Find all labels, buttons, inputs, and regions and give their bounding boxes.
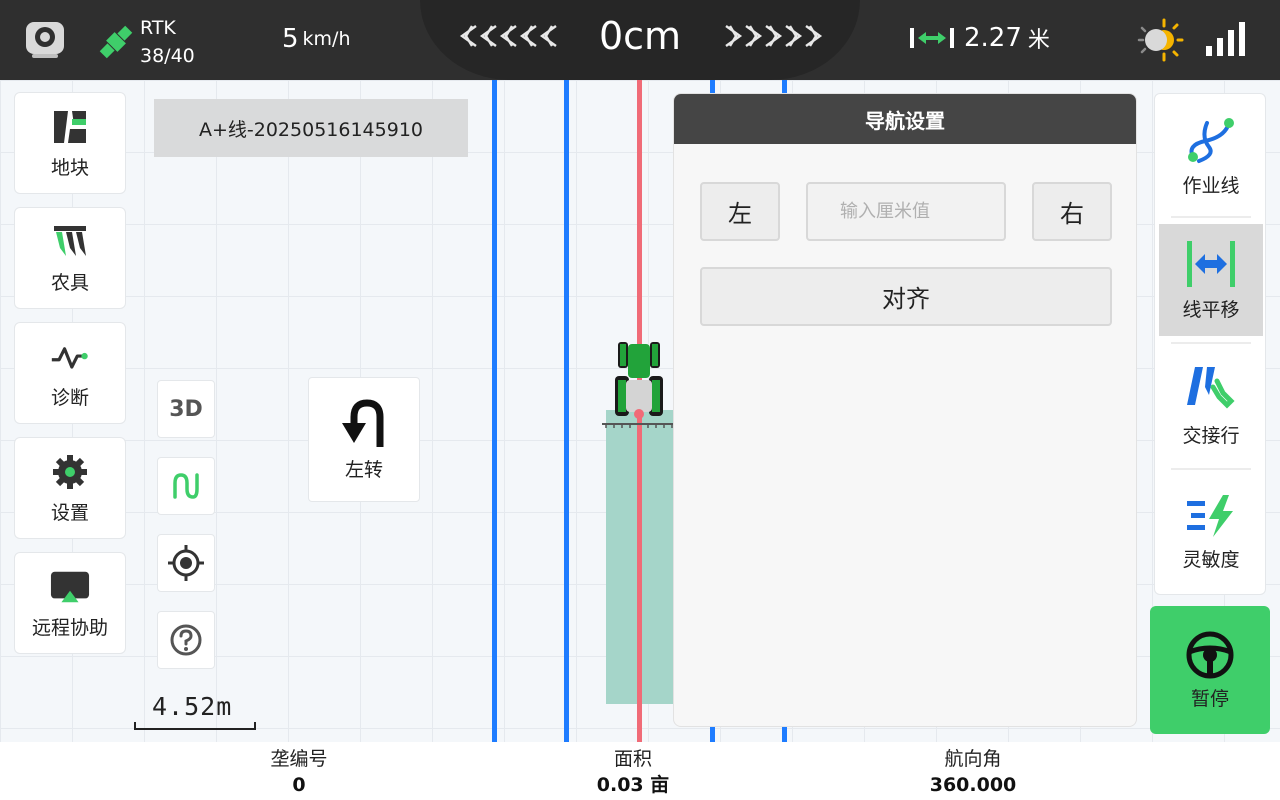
- speed-readout: 5 km/h: [282, 24, 351, 54]
- align-button[interactable]: 对齐: [700, 267, 1112, 326]
- remote-assist-icon: [50, 567, 90, 607]
- line-shift-icon: [1187, 240, 1235, 287]
- menu-row-join-label: 交接行: [1182, 424, 1240, 447]
- guide-line: [564, 80, 569, 742]
- divider: [1171, 216, 1251, 218]
- row-join-icon: [1187, 366, 1235, 409]
- stat-area: 面积 0.03 亩: [523, 746, 743, 798]
- steering-wheel-icon: [1186, 631, 1234, 678]
- scale-bar: [134, 722, 256, 730]
- stat-value: 360.000: [929, 774, 1017, 796]
- current-line-name[interactable]: A+线-20250516145910: [154, 99, 468, 157]
- menu-diagnosis[interactable]: 诊断: [14, 322, 126, 424]
- divider: [1171, 342, 1251, 344]
- nav-settings-panel: 导航设置 左 右 对齐: [673, 93, 1137, 727]
- work-line-icon: [1188, 117, 1234, 163]
- offset-cm-input[interactable]: [806, 182, 1006, 241]
- menu-row-join[interactable]: 交接行: [1159, 350, 1263, 462]
- shift-right-button[interactable]: 右: [1032, 182, 1112, 241]
- menu-diagnosis-label: 诊断: [50, 386, 89, 409]
- view-3d-button[interactable]: 3D: [157, 380, 215, 438]
- camera-icon[interactable]: [24, 18, 66, 60]
- gps-status: RTK 38/40: [96, 14, 195, 70]
- locate-crosshair-icon: [168, 545, 204, 581]
- day-night-icon[interactable]: [1136, 18, 1184, 62]
- field-icon: [50, 107, 90, 147]
- gps-mode: RTK: [140, 17, 176, 39]
- speed-unit: km/h: [302, 28, 351, 50]
- divider: [1171, 468, 1251, 470]
- menu-work-line-label: 作业线: [1182, 174, 1240, 197]
- width-arrows-icon: [910, 28, 954, 48]
- turn-label: 左转: [344, 459, 383, 481]
- menu-remote-assist[interactable]: 远程协助: [14, 552, 126, 654]
- stat-value: 0.03 亩: [596, 774, 670, 796]
- menu-field[interactable]: 地块: [14, 92, 126, 194]
- pause-button[interactable]: 暂停: [1150, 606, 1270, 734]
- stat-value: 0: [292, 774, 306, 796]
- menu-field-label: 地块: [50, 156, 89, 179]
- menu-work-line[interactable]: 作业线: [1159, 100, 1263, 212]
- stat-label: 垄编号: [270, 748, 328, 770]
- diagnosis-icon: [50, 337, 90, 377]
- right-menu: 作业线 线平移 交接行 灵敏度: [1154, 93, 1266, 595]
- speed-value: 5: [282, 24, 299, 54]
- signal-strength-icon: [1204, 20, 1248, 56]
- stat-ridge-number: 垄编号 0: [189, 746, 409, 798]
- view-3d-label: 3D: [169, 396, 203, 422]
- steer-left-arrows-icon: [458, 22, 558, 50]
- shift-left-button[interactable]: 左: [700, 182, 780, 241]
- help-button[interactable]: [157, 611, 215, 669]
- settings-gear-icon: [50, 452, 90, 492]
- menu-remote-assist-label: 远程协助: [31, 616, 108, 639]
- menu-implement-label: 农具: [50, 271, 89, 294]
- scale-text: 4.52m: [152, 692, 233, 721]
- path-mode-icon: [173, 473, 199, 499]
- pause-label: 暂停: [1190, 687, 1229, 710]
- satellite-icon: [99, 25, 133, 59]
- menu-settings[interactable]: 设置: [14, 437, 126, 539]
- u-turn-left-icon: [342, 399, 384, 447]
- menu-line-shift[interactable]: 线平移: [1159, 224, 1263, 336]
- implement-width-unit: 米: [1027, 28, 1050, 53]
- implement-width-readout: 2.27 米: [908, 22, 1050, 54]
- locate-button[interactable]: [157, 534, 215, 592]
- implement-icon: [50, 222, 90, 262]
- cross-track-offset: 0cm: [598, 14, 682, 58]
- menu-settings-label: 设置: [50, 501, 89, 524]
- map-scale: 4.52m: [134, 692, 256, 730]
- sensitivity-icon: [1187, 494, 1233, 537]
- status-bar: RTK 38/40 5 km/h 0cm 2.27 米: [0, 0, 1280, 80]
- stat-label: 航向角: [944, 748, 1002, 770]
- stat-label: 面积: [613, 748, 652, 770]
- help-icon: [170, 624, 202, 656]
- path-mode-button[interactable]: [157, 457, 215, 515]
- guide-line: [492, 80, 497, 742]
- stat-heading: 航向角 360.000: [863, 746, 1083, 798]
- menu-line-shift-label: 线平移: [1182, 298, 1240, 321]
- menu-implement[interactable]: 农具: [14, 207, 126, 309]
- menu-sensitivity-label: 灵敏度: [1182, 548, 1240, 571]
- implement-width-value: 2.27: [964, 23, 1022, 53]
- stats-bar: 垄编号 0 面积 0.03 亩 航向角 360.000: [0, 742, 1280, 800]
- steer-right-arrows-icon: [724, 22, 824, 50]
- satellite-count: 38/40: [140, 45, 195, 67]
- turn-direction-button[interactable]: 左转: [308, 377, 420, 502]
- nav-settings-title: 导航设置: [674, 94, 1136, 144]
- menu-sensitivity[interactable]: 灵敏度: [1159, 476, 1263, 588]
- tractor-icon: [602, 342, 676, 428]
